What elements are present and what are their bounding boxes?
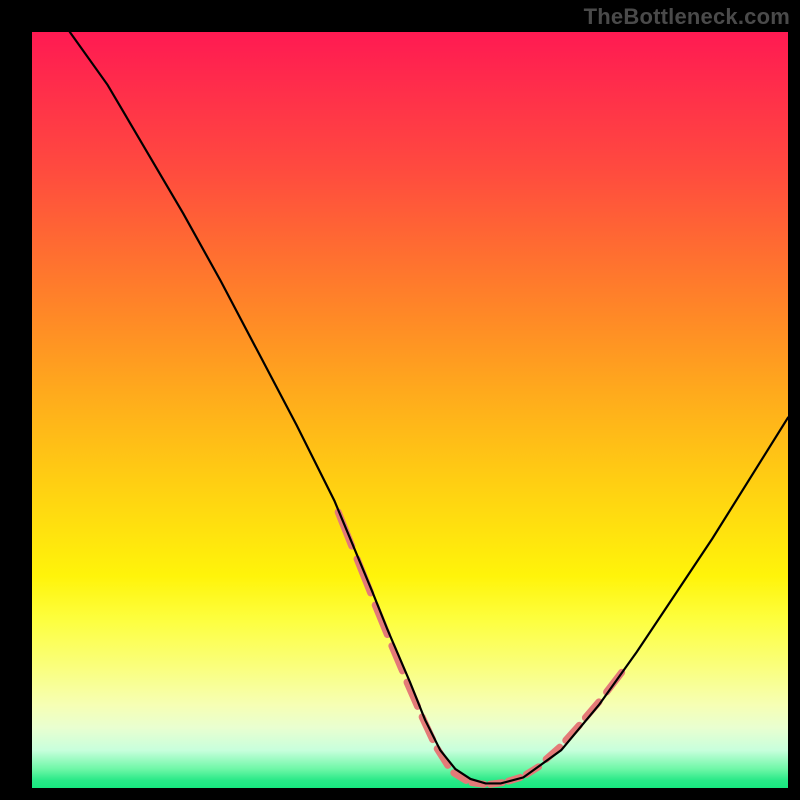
- highlight-dash: [375, 605, 387, 634]
- chart-stage: TheBottleneck.com: [0, 0, 800, 800]
- curve-svg: [32, 32, 788, 788]
- highlight-dash: [357, 559, 371, 593]
- bottleneck-curve: [70, 32, 788, 783]
- highlight-dash: [422, 717, 433, 740]
- plot-area: [32, 32, 788, 788]
- highlight-dash: [585, 702, 599, 718]
- watermark-text: TheBottleneck.com: [584, 4, 790, 30]
- highlight-dash-layer: [338, 512, 622, 784]
